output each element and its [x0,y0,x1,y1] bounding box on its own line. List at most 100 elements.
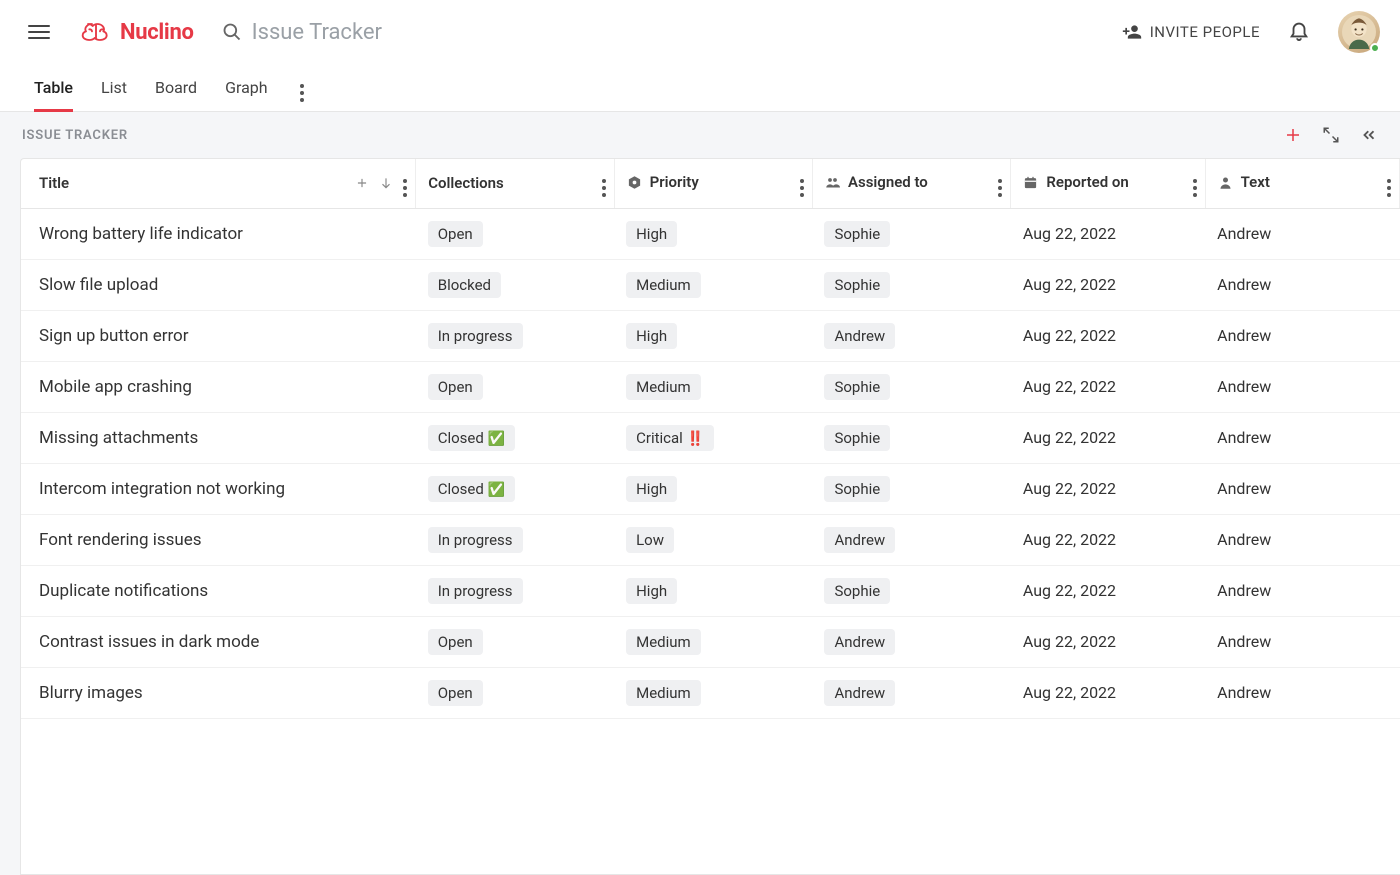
cell-priority-pill[interactable]: High [626,476,677,502]
cell-assigned: Andrew [812,514,1010,565]
cell-text: Andrew [1205,565,1399,616]
invite-people-button[interactable]: INVITE PEOPLE [1122,22,1260,42]
column-sort-button[interactable] [379,176,393,190]
cell-assigned-pill[interactable]: Sophie [824,374,890,400]
column-header-priority[interactable]: Priority [614,159,812,208]
cell-priority-pill[interactable]: High [626,221,677,247]
table-row[interactable]: Wrong battery life indicatorOpenHighSoph… [21,208,1400,259]
cell-collection-pill[interactable]: In progress [428,578,523,604]
view-tab-label: Board [155,78,197,97]
cell-assigned-pill[interactable]: Sophie [824,221,890,247]
cell-collection-pill[interactable]: Open [428,629,483,655]
cell-collection: Closed✅ [416,412,614,463]
user-avatar[interactable] [1338,11,1380,53]
cell-priority-pill[interactable]: High [626,323,677,349]
column-header-text[interactable]: Text [1205,159,1399,208]
table-row[interactable]: Blurry imagesOpenMediumAndrewAug 22, 202… [21,667,1400,718]
cell-collection: Open [416,208,614,259]
calendar-icon [1023,175,1038,190]
cell-priority-pill[interactable]: Medium [626,629,701,655]
cell-assigned-pill[interactable]: Andrew [824,629,895,655]
cell-priority: Medium [614,616,812,667]
table-row[interactable]: Sign up button errorIn progressHighAndre… [21,310,1400,361]
cell-text: Andrew [1205,361,1399,412]
view-tab-graph[interactable]: Graph [225,66,268,112]
cell-assigned-pill[interactable]: Sophie [824,425,890,451]
cell-priority-pill[interactable]: Medium [626,680,701,706]
cell-text: Andrew [1205,208,1399,259]
cell-collection-pill[interactable]: Open [428,374,483,400]
table-row[interactable]: Duplicate notifications In progress High So… [21,565,1400,616]
column-more-button[interactable] [998,169,1002,197]
cell-assigned-pill[interactable]: Sophie [824,476,890,502]
notifications-button[interactable] [1288,19,1310,45]
chevrons-left-icon [1360,126,1378,144]
cell-text: Andrew [1205,514,1399,565]
cell-title: Duplicate notifications [21,565,416,616]
column-more-button[interactable] [800,169,804,197]
topbar: Nuclino Issue Tracker INVITE PEOPLE [0,0,1400,64]
column-more-button[interactable] [403,169,407,197]
cell-assigned-pill[interactable]: Andrew [824,680,895,706]
view-tab-board[interactable]: Board [155,66,197,112]
table-row[interactable]: Slow file upload Blocked Medium Sophie Aug 2… [21,259,1400,310]
column-label: Priority [650,173,699,191]
cell-reported: Aug 22, 2022 [1011,208,1205,259]
data-table: TitleCollections Priority Assigned toRepor… [20,158,1400,875]
table-row[interactable]: Intercom integration not workingClosed✅H… [21,463,1400,514]
column-header-assigned[interactable]: Assigned to [812,159,1010,208]
cell-text: Andrew [1205,259,1399,310]
breadcrumb: ISSUE TRACKER [22,128,128,143]
table-row[interactable]: Font rendering issues In progress Low Andre… [21,514,1400,565]
collapse-icon [1322,126,1340,144]
add-item-button[interactable] [1284,126,1302,144]
cell-assigned-pill[interactable]: Sophie [824,578,890,604]
search[interactable]: Issue Tracker [222,20,382,45]
cell-assigned-pill[interactable]: Andrew [824,527,895,553]
column-header-title[interactable]: Title [21,159,416,208]
cell-text: Andrew [1205,463,1399,514]
column-add-button[interactable] [355,176,369,190]
cell-assigned: Andrew [812,310,1010,361]
tag-icon [627,175,642,190]
column-header-collections[interactable]: Collections [416,159,614,208]
cell-priority: Low [614,514,812,565]
cell-reported: Aug 22, 2022 [1011,259,1205,310]
cell-priority-pill[interactable]: Low [626,527,674,553]
views-more-button[interactable] [296,69,308,106]
cell-collection: Blocked [416,259,614,310]
menu-button[interactable] [28,21,50,43]
cell-collection-pill[interactable]: Blocked [428,272,501,298]
cell-title: Font rendering issues [21,514,416,565]
cell-assigned: Sophie [812,463,1010,514]
column-more-button[interactable] [602,169,606,197]
cell-priority-pill[interactable]: Medium [626,374,701,400]
cell-collection-pill[interactable]: In progress [428,527,523,553]
cell-collection-pill[interactable]: Closed✅ [428,425,516,451]
cell-priority-pill[interactable]: High [626,578,677,604]
view-tab-list[interactable]: List [101,66,127,112]
collapse-panel-button[interactable] [1360,126,1378,144]
cell-assigned-pill[interactable]: Andrew [824,323,895,349]
table-row[interactable]: Missing attachmentsClosed✅Critical‼️Soph… [21,412,1400,463]
views-tabs: Table List Board Graph [0,64,1400,112]
cell-title: Slow file upload [21,259,416,310]
cell-collection-pill[interactable]: In progress [428,323,523,349]
column-header-reported[interactable]: Reported on [1011,159,1205,208]
table-row[interactable]: Contrast issues in dark modeOpenMediumAn… [21,616,1400,667]
cell-collection-pill[interactable]: Open [428,221,483,247]
cell-priority: Medium [614,667,812,718]
cell-assigned-pill[interactable]: Sophie [824,272,890,298]
table-row[interactable]: Mobile app crashingOpenMediumSophieAug 2… [21,361,1400,412]
column-label: Text [1241,173,1270,191]
column-more-button[interactable] [1387,169,1391,197]
view-tab-table[interactable]: Table [34,66,73,112]
cell-priority-pill[interactable]: Critical‼️ [626,425,714,451]
app-logo[interactable]: Nuclino [80,20,194,45]
cell-priority-pill[interactable]: Medium [626,272,701,298]
cell-collection-pill[interactable]: Closed✅ [428,476,516,502]
collapse-fullscreen-button[interactable] [1322,126,1340,144]
cell-collection-pill[interactable]: Open [428,680,483,706]
column-more-button[interactable] [1193,169,1197,197]
cell-assigned: Sophie [812,412,1010,463]
